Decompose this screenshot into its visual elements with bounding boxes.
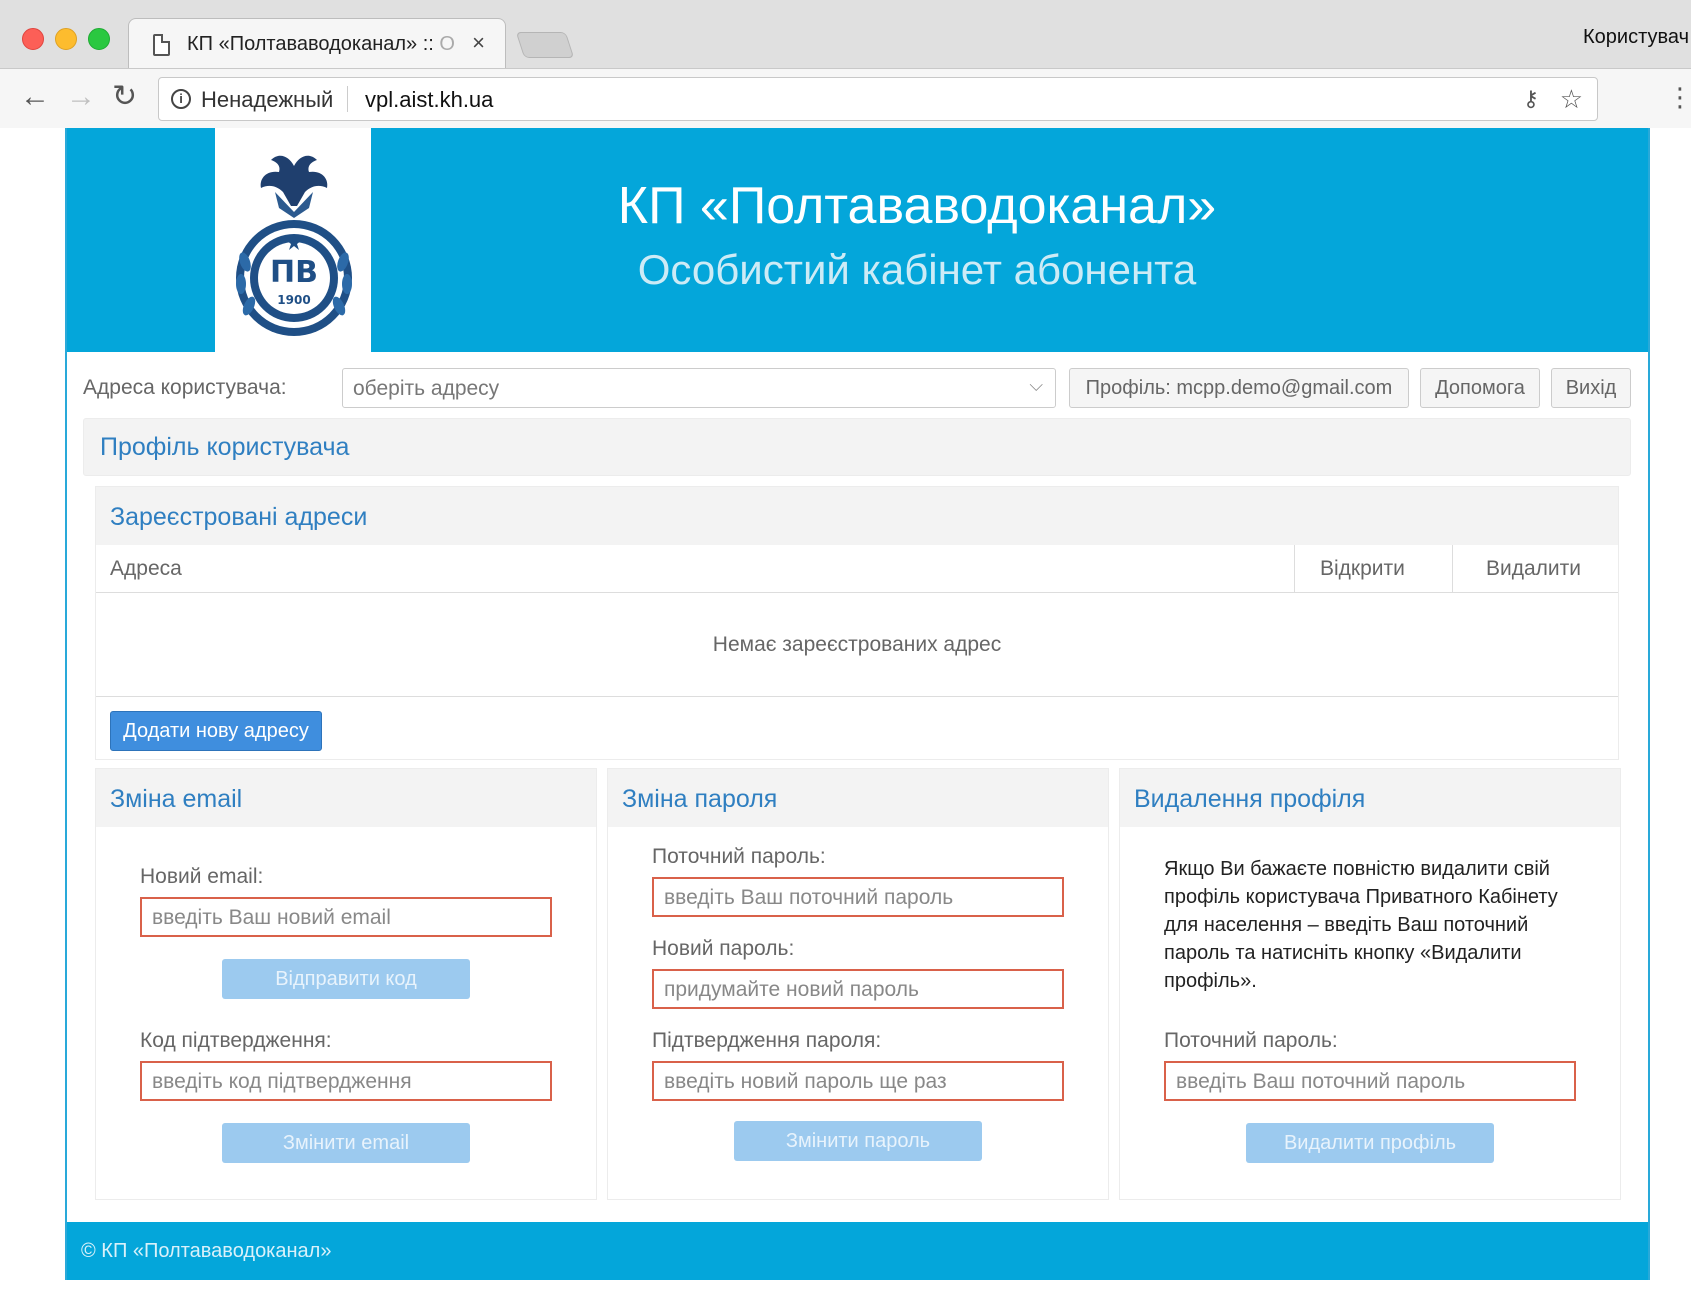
current-password-input[interactable]: введіть Ваш поточний пароль xyxy=(652,877,1064,917)
insecure-label[interactable]: Ненадежный xyxy=(201,87,333,113)
new-password-input[interactable]: придумайте новий пароль xyxy=(652,969,1064,1009)
tab-strip: КП «Полтававодоканал» :: О × Користувач xyxy=(0,0,1691,68)
minimize-window-button[interactable] xyxy=(55,28,77,50)
browser-menu-icon[interactable]: ⋮ xyxy=(1667,79,1691,115)
registered-addresses-header: Зареєстровані адреси xyxy=(96,487,1618,545)
site-header: ПВ 1900 КП «Полтававодоканал» Особистий … xyxy=(67,128,1648,352)
empty-message: Немає зареєстрованих адрес xyxy=(712,633,1002,656)
delete-profile-description: Якщо Ви бажаєте повністю видалити свій п… xyxy=(1164,858,1558,992)
document-icon xyxy=(153,34,170,56)
svg-text:1900: 1900 xyxy=(277,293,310,307)
help-button[interactable]: Допомога xyxy=(1420,368,1540,408)
svg-text:ПВ: ПВ xyxy=(270,255,318,290)
code-input[interactable]: введіть код підтвердження xyxy=(140,1061,552,1101)
logo[interactable]: ПВ 1900 xyxy=(215,128,371,352)
profile-user-label[interactable]: Користувач xyxy=(1583,26,1689,49)
profile-button[interactable]: Профіль: mcpp.demo@gmail.com xyxy=(1069,368,1409,408)
add-address-button[interactable]: Додати нову адресу xyxy=(110,711,322,751)
browser-toolbar: ← → ↻ i Ненадежный vpl.aist.kh.ua ⚷ ☆ ⋮ xyxy=(0,68,1691,128)
column-divider xyxy=(1452,545,1453,593)
info-icon[interactable]: i xyxy=(171,89,191,109)
site-title: КП «Полтававодоканал» xyxy=(617,177,1217,235)
close-window-button[interactable] xyxy=(22,28,44,50)
confirm-password-input[interactable]: введіть новий пароль ще раз xyxy=(652,1061,1064,1101)
delete-current-password-label: Поточний пароль: xyxy=(1164,1029,1338,1052)
address-bar[interactable]: i Ненадежный vpl.aist.kh.ua ⚷ ☆ xyxy=(158,77,1598,121)
delete-profile-title: Видалення профіля xyxy=(1134,785,1366,813)
new-email-input[interactable]: введіть Ваш новий email xyxy=(140,897,552,937)
delete-profile-card: Видалення профіля Якщо Ви бажаєте повніс… xyxy=(1119,768,1621,1200)
address-select-value: оберіть адресу xyxy=(353,377,500,400)
key-icon[interactable]: ⚷ xyxy=(1523,86,1539,112)
change-password-button[interactable]: Змінити пароль xyxy=(734,1121,982,1161)
address-select[interactable]: оберіть адресу ⌵ xyxy=(342,368,1056,408)
code-label: Код підтвердження: xyxy=(140,1029,332,1052)
reload-icon[interactable]: ↻ xyxy=(112,79,137,115)
page: ПВ 1900 КП «Полтававодоканал» Особистий … xyxy=(65,128,1650,1280)
maximize-window-button[interactable] xyxy=(88,28,110,50)
tab-close-icon[interactable]: × xyxy=(472,30,485,56)
seal-logo-icon: ПВ 1900 xyxy=(236,155,352,336)
chevron-down-icon: ⌵ xyxy=(1029,375,1043,395)
change-password-title: Зміна пароля xyxy=(622,785,778,813)
change-password-card: Зміна пароля Поточний пароль: введіть Ва… xyxy=(607,768,1109,1200)
column-open: Відкрити xyxy=(1320,557,1405,580)
profile-header: Профіль користувача xyxy=(83,418,1631,476)
card-header: Зміна email xyxy=(96,769,596,827)
card-header: Видалення профіля xyxy=(1120,769,1620,827)
omnibox-divider xyxy=(347,86,348,112)
new-tab-button[interactable] xyxy=(515,32,575,58)
card-header: Зміна пароля xyxy=(608,769,1108,827)
registered-addresses-title: Зареєстровані адреси xyxy=(110,503,368,531)
delete-current-password-input[interactable]: введіть Ваш поточний пароль xyxy=(1164,1061,1576,1101)
delete-profile-button[interactable]: Видалити профіль xyxy=(1246,1123,1494,1163)
change-email-title: Зміна email xyxy=(110,785,243,813)
address-label: Адреса користувача: xyxy=(83,376,287,399)
exit-button[interactable]: Вихід xyxy=(1551,368,1631,408)
send-code-button[interactable]: Відправити код xyxy=(222,959,470,999)
registered-addresses-panel: Зареєстровані адреси Адреса Відкрити Вид… xyxy=(95,486,1619,760)
footer-copyright: © КП «Полтававодоканал» xyxy=(81,1240,332,1262)
column-divider xyxy=(1294,545,1295,593)
column-address: Адреса xyxy=(110,557,182,580)
back-arrow-icon[interactable]: ← xyxy=(20,79,50,115)
new-email-label: Новий email: xyxy=(140,865,264,888)
user-address-bar: Адреса користувача: оберіть адресу ⌵ Про… xyxy=(67,352,1648,418)
confirm-password-label: Підтвердження пароля: xyxy=(652,1029,882,1052)
addresses-table-header: Адреса Відкрити Видалити xyxy=(96,545,1618,593)
site-footer: © КП «Полтававодоканал» xyxy=(67,1222,1648,1280)
forward-arrow-icon[interactable]: → xyxy=(66,79,96,115)
url-text[interactable]: vpl.aist.kh.ua xyxy=(365,87,493,113)
table-row: Немає зареєстрованих адрес xyxy=(96,593,1618,697)
change-email-card: Зміна email Новий email: введіть Ваш нов… xyxy=(95,768,597,1200)
column-delete: Видалити xyxy=(1486,557,1582,580)
browser-chrome: КП «Полтававодоканал» :: О × Користувач … xyxy=(0,0,1691,128)
new-password-label: Новий пароль: xyxy=(652,937,795,960)
current-password-label: Поточний пароль: xyxy=(652,845,826,868)
bookmark-star-icon[interactable]: ☆ xyxy=(1560,84,1583,115)
change-email-button[interactable]: Змінити email xyxy=(222,1123,470,1163)
browser-tab[interactable]: КП «Полтававодоканал» :: О × xyxy=(128,18,506,68)
site-subtitle: Особистий кабінет абонента xyxy=(637,246,1197,293)
tab-title: КП «Полтававодоканал» :: О xyxy=(187,33,455,55)
profile-title: Профіль користувача xyxy=(100,433,350,461)
